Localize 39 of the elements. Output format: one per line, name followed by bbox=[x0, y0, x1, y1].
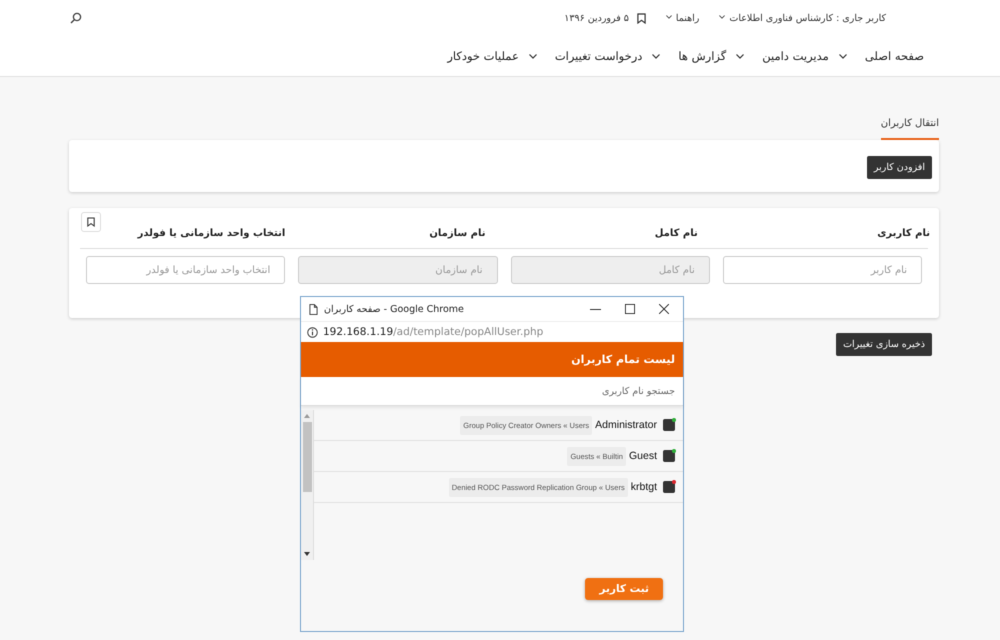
nav-menu-item[interactable]: درخواست تغییرات bbox=[554, 49, 660, 63]
nav-menu-item[interactable]: عملیات خودکار bbox=[447, 49, 537, 63]
window-title: صفحه کاربران - Google Chrome bbox=[324, 304, 465, 314]
scrollbar[interactable] bbox=[301, 410, 314, 560]
close-icon[interactable] bbox=[659, 304, 669, 314]
user-name: krbtgt bbox=[630, 481, 657, 493]
caret-icon bbox=[719, 14, 726, 18]
add-user-button[interactable]: افزودن کاربر bbox=[866, 156, 932, 179]
search-field[interactable]: جستجو نام کاربری bbox=[301, 377, 683, 406]
search-icon[interactable] bbox=[70, 12, 82, 24]
column-header: انتخاب واحد سازمانی یا فولدر bbox=[136, 228, 286, 239]
column-header: نام کامل bbox=[654, 228, 698, 239]
bookmark-icon bbox=[636, 12, 646, 24]
info-icon bbox=[307, 326, 318, 338]
address-bar[interactable]: 192.168.1.19/ad/template/popAllUser.php bbox=[301, 321, 683, 342]
user-name: Guest bbox=[628, 450, 657, 462]
user-name: Administrator bbox=[595, 419, 657, 431]
input-field[interactable]: انتخاب واحد سازمانی یا فولدر bbox=[86, 256, 286, 284]
url-text: 192.168.1.19/ad/template/popAllUser.php bbox=[323, 326, 544, 338]
date-text: ۵ فروردین ۱۳۹۶ bbox=[564, 12, 629, 24]
scroll-down-icon[interactable] bbox=[304, 552, 310, 556]
user-status-icon bbox=[663, 419, 675, 431]
input-field[interactable]: نام کاربر bbox=[722, 256, 922, 284]
user-status-icon bbox=[663, 450, 675, 462]
column-header: نام سازمان bbox=[428, 228, 486, 239]
column-header: نام کاربری bbox=[876, 228, 930, 239]
nav-menu-item[interactable]: صفحه اصلی bbox=[864, 49, 924, 63]
user-status-icon bbox=[663, 481, 675, 493]
list-title: لیست تمام کاربران bbox=[571, 353, 675, 366]
save-changes-button[interactable]: ذخیره سازی تغییرات bbox=[836, 333, 932, 356]
maximize-icon[interactable] bbox=[625, 304, 635, 314]
page-icon bbox=[309, 304, 318, 314]
bookmark-icon bbox=[87, 217, 95, 227]
nav-menu-item[interactable]: گزارش ها bbox=[678, 49, 744, 63]
caret-icon bbox=[666, 14, 672, 18]
help-menu[interactable]: راهنما bbox=[666, 12, 700, 24]
bookmark-button[interactable] bbox=[81, 212, 101, 232]
current-user-menu[interactable]: کاربر جاری : کارشناس فناوری اطلاعات bbox=[719, 12, 886, 24]
nav-menu-item[interactable]: مدیریت دامین bbox=[762, 49, 847, 63]
